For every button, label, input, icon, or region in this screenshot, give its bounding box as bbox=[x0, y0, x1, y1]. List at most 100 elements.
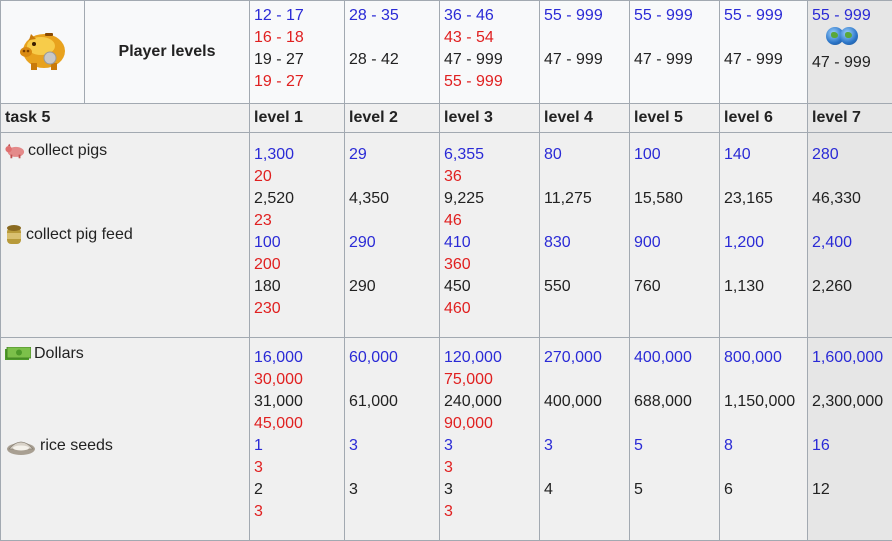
header-col-6: 55 - 99947 - 999 bbox=[720, 1, 808, 104]
value-blue: 140 bbox=[724, 144, 803, 166]
value-blue: 2,400 bbox=[812, 232, 888, 254]
spacer bbox=[812, 166, 888, 188]
pigs-col-2: 294,350290290 bbox=[345, 133, 440, 338]
spacer bbox=[724, 369, 803, 391]
spacer bbox=[544, 254, 625, 276]
spacer bbox=[349, 27, 435, 49]
value-blue: 55 - 999 bbox=[634, 5, 715, 27]
spacer bbox=[724, 254, 803, 276]
value-black: 240,000 bbox=[444, 391, 535, 413]
value-red: 3 bbox=[254, 457, 340, 479]
value-blue: 1 bbox=[254, 435, 340, 457]
value-black: 2,520 bbox=[254, 188, 340, 210]
value-black: 12 bbox=[812, 479, 888, 501]
value-black: 3 bbox=[349, 479, 435, 501]
spacer bbox=[544, 457, 625, 479]
spacer bbox=[544, 369, 625, 391]
pigs-col-4: 8011,275830550 bbox=[540, 133, 630, 338]
value-blue: 12 - 17 bbox=[254, 5, 340, 27]
value-black: 47 - 999 bbox=[812, 52, 888, 74]
value-blue: 5 bbox=[634, 435, 715, 457]
spacer bbox=[349, 413, 435, 435]
value-red: 200 bbox=[254, 254, 340, 276]
value-black: 28 - 42 bbox=[349, 49, 435, 71]
value-blue: 900 bbox=[634, 232, 715, 254]
value-red: 30,000 bbox=[254, 369, 340, 391]
header-col-7: 55 - 99947 - 999 bbox=[808, 1, 892, 104]
spacer bbox=[634, 254, 715, 276]
task-label: task 5 bbox=[1, 104, 250, 133]
levels-row: task 5 level 1 level 2 level 3 level 4 l… bbox=[1, 104, 892, 133]
value-blue: 1,600,000 bbox=[812, 347, 888, 369]
dollars-col-5: 400,000688,00055 bbox=[630, 338, 720, 541]
level-header: level 5 bbox=[630, 104, 720, 133]
value-black: 450 bbox=[444, 276, 535, 298]
spacer bbox=[812, 413, 888, 435]
value-black: 1,150,000 bbox=[724, 391, 803, 413]
value-blue: 16,000 bbox=[254, 347, 340, 369]
spacer bbox=[724, 27, 803, 49]
spacer bbox=[634, 166, 715, 188]
globe-cell bbox=[826, 27, 844, 45]
value-black: 15,580 bbox=[634, 188, 715, 210]
pigs-items-cell: collect pigs collect pig feed bbox=[1, 133, 250, 338]
value-blue: 3 bbox=[544, 435, 625, 457]
value-red: 46 bbox=[444, 210, 535, 232]
level-header: level 7 bbox=[808, 104, 892, 133]
level-header: level 1 bbox=[250, 104, 345, 133]
collect-pigs-item: collect pigs bbox=[5, 140, 245, 162]
spacer bbox=[634, 210, 715, 232]
collect-pig-feed-label: collect pig feed bbox=[26, 224, 133, 246]
value-blue: 830 bbox=[544, 232, 625, 254]
value-red: 16 - 18 bbox=[254, 27, 340, 49]
value-red: 3 bbox=[444, 501, 535, 523]
dollar-icon bbox=[5, 347, 31, 361]
rice-seeds-item: rice seeds bbox=[5, 435, 245, 457]
value-red: 19 - 27 bbox=[254, 71, 340, 93]
value-red: 230 bbox=[254, 298, 340, 320]
dollars-col-3: 120,00075,000240,00090,0003333 bbox=[440, 338, 540, 541]
value-black: 400,000 bbox=[544, 391, 625, 413]
dollars-col-7: 1,600,0002,300,0001612 bbox=[808, 338, 892, 541]
spacer bbox=[634, 27, 715, 49]
value-blue: 290 bbox=[349, 232, 435, 254]
spacer bbox=[634, 369, 715, 391]
spacer bbox=[812, 369, 888, 391]
level-header: level 4 bbox=[540, 104, 630, 133]
level-header: level 3 bbox=[440, 104, 540, 133]
value-blue: 100 bbox=[634, 144, 715, 166]
value-red: 23 bbox=[254, 210, 340, 232]
spacer bbox=[634, 413, 715, 435]
value-black: 5 bbox=[634, 479, 715, 501]
spacer bbox=[349, 166, 435, 188]
task-table: Player levels 12 - 1716 - 1819 - 2719 - … bbox=[0, 0, 892, 541]
dollars-item: Dollars bbox=[5, 343, 245, 365]
dollars-section-row: Dollars rice seeds 16,00030,00031,00045,… bbox=[1, 338, 892, 541]
value-black: 3 bbox=[444, 479, 535, 501]
value-black: 47 - 999 bbox=[634, 49, 715, 71]
spacer bbox=[349, 254, 435, 276]
dollars-col-6: 800,0001,150,00086 bbox=[720, 338, 808, 541]
spacer bbox=[812, 210, 888, 232]
value-red: 90,000 bbox=[444, 413, 535, 435]
pig-feed-icon bbox=[5, 224, 23, 246]
collect-pig-feed-item: collect pig feed bbox=[5, 224, 245, 246]
pig-icon bbox=[5, 143, 25, 159]
value-black: 46,330 bbox=[812, 188, 888, 210]
value-blue: 410 bbox=[444, 232, 535, 254]
level-header: level 6 bbox=[720, 104, 808, 133]
value-blue: 16 bbox=[812, 435, 888, 457]
value-blue: 3 bbox=[444, 435, 535, 457]
value-blue: 400,000 bbox=[634, 347, 715, 369]
value-blue: 270,000 bbox=[544, 347, 625, 369]
value-blue: 29 bbox=[349, 144, 435, 166]
value-black: 4,350 bbox=[349, 188, 435, 210]
value-blue: 80 bbox=[544, 144, 625, 166]
value-black: 47 - 999 bbox=[444, 49, 535, 71]
value-red: 43 - 54 bbox=[444, 27, 535, 49]
piggy-bank-cell bbox=[1, 1, 85, 104]
value-red: 45,000 bbox=[254, 413, 340, 435]
value-black: 11,275 bbox=[544, 188, 625, 210]
value-black: 9,225 bbox=[444, 188, 535, 210]
value-black: 1,130 bbox=[724, 276, 803, 298]
